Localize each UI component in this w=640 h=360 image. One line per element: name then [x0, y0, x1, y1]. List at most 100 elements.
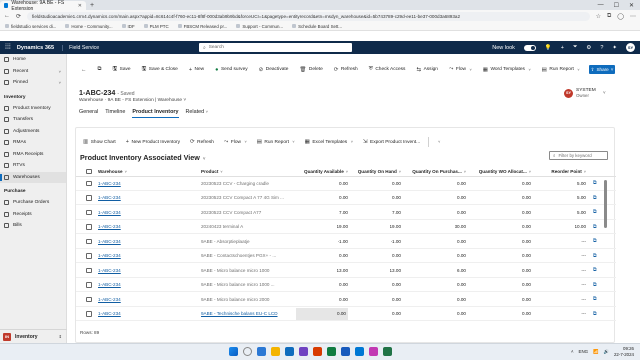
row-checkbox[interactable]	[86, 206, 92, 219]
table-row[interactable]: 1-ABC-234 9ABE - Contactschoentjes PGX+ -…	[76, 250, 616, 263]
column-header-reorder-point[interactable]: Reorder Point ˅	[551, 167, 586, 176]
warehouse-link[interactable]: 1-ABC-234	[98, 293, 121, 306]
open-record-button[interactable]: ⧉	[593, 293, 597, 306]
column-header-warehouse[interactable]: Warehouse ˅	[98, 167, 127, 176]
taskbar-app-icon[interactable]	[285, 347, 294, 356]
product-link[interactable]: 9ABE - Absorptieplaatje	[201, 235, 289, 248]
filter-by-keyword-input[interactable]: ⌕ Filter by keyword	[549, 151, 608, 160]
row-checkbox[interactable]	[86, 264, 92, 277]
warehouse-link[interactable]: 1-ABC-234	[98, 206, 121, 219]
taskbar-search-icon[interactable]	[243, 347, 252, 356]
favorite-link[interactable]: FBSCM Released pr...	[177, 24, 227, 29]
sidebar-item-pinned[interactable]: Pinned ˅	[0, 77, 66, 89]
tab-general[interactable]: General	[79, 109, 98, 118]
new-tab-icon[interactable]: +	[90, 2, 94, 9]
table-row[interactable]: 1-ABC-234 9ABE - Micro balance micro 1000…	[76, 279, 616, 292]
table-row[interactable]: 1-ABC-234 9ABE - Technische balans EU-C L…	[76, 307, 616, 321]
refresh-button[interactable]: ⟳ Refresh	[330, 64, 362, 76]
product-link[interactable]: 9ABE - Micro balance micro 2000	[201, 293, 289, 306]
profile-icon[interactable]: ◯	[617, 13, 624, 20]
taskbar-app-icon[interactable]	[271, 347, 280, 356]
open-record-button[interactable]: ⧉	[593, 192, 597, 205]
lightbulb-icon[interactable]: 💡	[545, 45, 552, 51]
favorite-link[interactable]: PLM PTC	[143, 24, 169, 29]
send-survey-button[interactable]: ● Send survey	[211, 64, 252, 76]
product-link[interactable]: 20230523 CCV Compact A 77 4G Sim ...	[201, 192, 289, 205]
taskbar-app-icon[interactable]	[299, 347, 308, 356]
copilot-icon[interactable]: ✦	[612, 45, 617, 51]
owner-field[interactable]: SY SYSTEM Owner	[564, 88, 596, 98]
browser-menu-icon[interactable]: ⋯	[630, 13, 636, 20]
taskbar-app-icon[interactable]	[257, 347, 266, 356]
product-link[interactable]: 9ABE - Contactschoentjes PGX+ - ...	[201, 250, 289, 263]
warehouse-link[interactable]: 1-ABC-234	[98, 221, 121, 234]
share-button[interactable]: ⇪ Share ˅	[589, 65, 615, 74]
warehouse-link[interactable]: 1-ABC-234	[98, 279, 121, 292]
sidebar-item-recent[interactable]: Recent ˅	[0, 66, 66, 78]
settings-icon[interactable]: ⚙	[586, 45, 591, 51]
column-header-quantity-available[interactable]: Quantity Available ˅	[304, 167, 348, 176]
view-selector[interactable]: Product Inventory Associated View ˅	[80, 153, 205, 162]
open-record-button[interactable]: ⧉	[593, 235, 597, 248]
taskbar-app-icon[interactable]	[355, 347, 364, 356]
minimize-icon[interactable]: —	[598, 2, 604, 9]
volume-icon[interactable]: 🔊	[604, 349, 609, 355]
favorite-star-icon[interactable]: ☆	[596, 13, 601, 20]
column-header-quantity-on-purchas[interactable]: Quantity On Purchas... ˅	[412, 167, 466, 176]
row-checkbox[interactable]	[86, 279, 92, 292]
tab-related[interactable]: Related ˅	[186, 109, 208, 118]
sidebar-item-adjustments[interactable]: Adjustments	[0, 126, 66, 138]
area-switcher[interactable]: IN Inventory ⇕	[0, 329, 67, 343]
product-link[interactable]: 9ABE - Micro balance micro 1000	[201, 264, 289, 277]
column-header-quantity-on-hand[interactable]: Quantity On Hand ˅	[358, 167, 401, 176]
sidebar-item-transfers[interactable]: Transfers	[0, 114, 66, 126]
table-row[interactable]: 1-ABC-234 20230523 CCV Compact A77 7.00 7.0…	[76, 206, 616, 220]
warehouse-link[interactable]: 1-ABC-234	[98, 192, 121, 205]
product-link[interactable]: 20230523 CCV Compact A77	[201, 206, 289, 219]
sidebar-item-bills[interactable]: Bills	[0, 220, 66, 232]
close-tab-icon[interactable]: ✕	[78, 3, 82, 9]
reload-icon[interactable]: ⟳	[16, 13, 21, 20]
filter-icon[interactable]: ⏷	[573, 44, 577, 51]
taskbar-app-icon[interactable]	[341, 347, 350, 356]
clock[interactable]: 09:26 22-7-2024	[614, 346, 634, 357]
close-window-icon[interactable]: ✕	[629, 2, 634, 9]
product-link[interactable]: 20240423 terminal A	[201, 221, 289, 234]
table-row[interactable]: 1-ABC-234 20230523 CCV Compact A 77 4G Si…	[76, 192, 616, 205]
open-record-button[interactable]: ⧉	[593, 177, 597, 190]
open-record-button[interactable]: ⧉	[593, 308, 597, 321]
warehouse-link[interactable]: 1-ABC-234	[98, 235, 121, 248]
warehouse-link[interactable]: 1-ABC-234	[98, 308, 121, 321]
taskbar-app-icon[interactable]	[327, 347, 336, 356]
windows-start-icon[interactable]	[229, 347, 238, 356]
export-button[interactable]: ⇲ Export Product Invent...	[359, 136, 424, 148]
row-checkbox[interactable]	[86, 250, 92, 263]
sidebar-item-product-inventory[interactable]: Product Inventory	[0, 103, 66, 115]
grid-flow-button[interactable]: ⤳ Flow ˅	[220, 136, 251, 148]
product-link[interactable]: 9ABE - Technische balans EU-C LCD	[201, 308, 289, 321]
column-header-quantity-wo-allocat[interactable]: Quantity WO Allocat... ˅	[479, 167, 531, 176]
table-row[interactable]: 1-ABC-234 9ABE - Absorptieplaatje -1.00 -1.…	[76, 235, 616, 249]
product-link[interactable]: 20230523 CCV - Charging cradle	[201, 177, 289, 190]
chevron-up-icon[interactable]: ˄	[571, 349, 574, 354]
favorite-link[interactable]: Support - Commun...	[236, 24, 283, 29]
row-checkbox[interactable]	[86, 221, 92, 234]
excel-templates-button[interactable]: ▦ Excel Templates ˅	[301, 136, 357, 148]
help-icon[interactable]: ?	[600, 45, 603, 51]
assign-button[interactable]: ⇆ Assign	[412, 64, 442, 76]
add-icon[interactable]: +	[561, 45, 564, 51]
new-product-inventory-button[interactable]: + New Product Inventory	[122, 136, 184, 148]
grid-refresh-button[interactable]: ⟳ Refresh	[186, 136, 218, 148]
grid-scrollbar[interactable]	[604, 180, 607, 228]
taskbar-app-icon[interactable]	[313, 347, 322, 356]
extensions-icon[interactable]: ⧉	[607, 13, 611, 20]
favorite-link[interactable]: Schedule Board Sett...	[292, 24, 342, 29]
language-indicator[interactable]: ENG	[579, 349, 589, 354]
favorite-link[interactable]: fieldstudio services di...	[5, 24, 56, 29]
flow-button[interactable]: ⤳ Flow ˅	[445, 64, 476, 76]
row-checkbox[interactable]	[86, 177, 92, 190]
sidebar-item-warehouses[interactable]: Warehouses	[0, 171, 66, 183]
form-selector[interactable]: · 9A BE - FS Extension | Warehouse ˅	[105, 98, 186, 103]
sidebar-item-rma-receipts[interactable]: RMA Receipts	[0, 149, 66, 161]
popout-button[interactable]: ⧉	[94, 64, 106, 76]
